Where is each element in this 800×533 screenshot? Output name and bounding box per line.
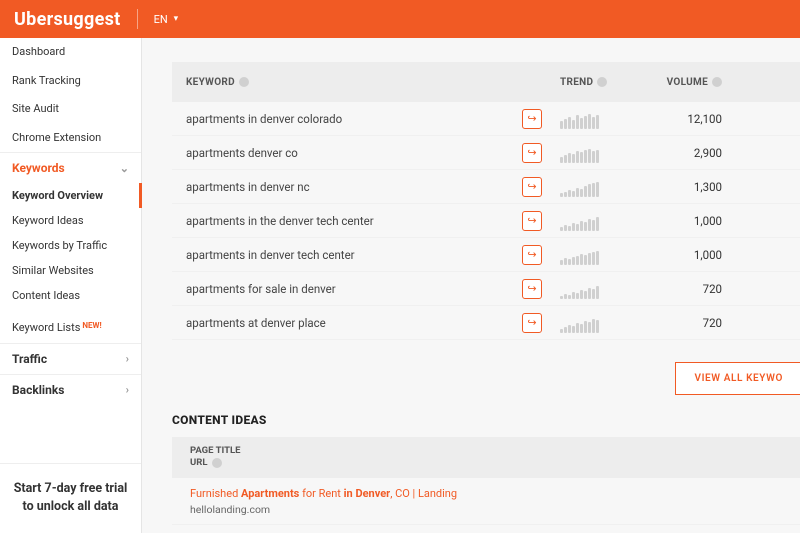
table-row[interactable]: apartments denver co↪ 2,900	[172, 136, 800, 170]
trend-sparkline	[552, 313, 642, 333]
section-label: Keywords	[12, 161, 65, 175]
sidebar-item-keywords-by-traffic[interactable]: Keywords by Traffic	[0, 233, 141, 258]
keyword-cell: apartments at denver place	[172, 316, 522, 330]
sidebar: Dashboard Rank Tracking Site Audit Chrom…	[0, 38, 142, 533]
info-icon[interactable]	[597, 77, 607, 87]
sidebar-item-site-audit[interactable]: Site Audit	[0, 95, 141, 124]
info-icon[interactable]	[712, 77, 722, 87]
sidebar-item-rank-tracking[interactable]: Rank Tracking	[0, 67, 141, 96]
sidebar-item-chrome-extension[interactable]: Chrome Extension	[0, 124, 141, 153]
expand-icon[interactable]: ↪	[522, 279, 542, 299]
info-icon[interactable]	[239, 77, 249, 87]
keyword-cell: apartments in denver tech center	[172, 248, 522, 262]
divider	[137, 9, 138, 29]
content-ideas-title: CONTENT IDEAS	[172, 413, 800, 427]
volume-cell: 12,100	[642, 112, 742, 126]
sidebar-item-similar-websites[interactable]: Similar Websites	[0, 258, 141, 283]
content-ideas-header: PAGE TITLE URL	[172, 437, 800, 478]
trend-sparkline	[552, 279, 642, 299]
keyword-cell: apartments in denver colorado	[172, 112, 522, 126]
chevron-right-icon: ›	[126, 352, 129, 365]
sidebar-item-content-ideas[interactable]: Content Ideas	[0, 283, 141, 308]
table-row[interactable]: apartments at denver place↪ 720	[172, 306, 800, 340]
top-bar: Ubersuggest EN ▾	[0, 0, 800, 38]
table-row[interactable]: apartments in denver nc↪ 1,300	[172, 170, 800, 204]
info-icon[interactable]	[212, 458, 222, 468]
expand-icon[interactable]: ↪	[522, 177, 542, 197]
table-header: KEYWORD TREND VOLUME	[172, 62, 800, 102]
trend-sparkline	[552, 143, 642, 163]
keyword-cell: apartments denver co	[172, 146, 522, 160]
expand-icon[interactable]: ↪	[522, 211, 542, 231]
table-row[interactable]: apartments in denver colorado↪ 12,100	[172, 102, 800, 136]
chevron-down-icon: ▾	[174, 14, 179, 24]
col-volume[interactable]: VOLUME	[642, 77, 742, 88]
section-label: Traffic	[12, 352, 47, 366]
section-label: Backlinks	[12, 383, 64, 397]
sidebar-section-traffic[interactable]: Traffic ›	[0, 343, 141, 374]
sidebar-item-dashboard[interactable]: Dashboard	[0, 38, 141, 67]
language-selector[interactable]: EN ▾	[154, 13, 179, 26]
page-title: Furnished Apartments for Rent in Denver,…	[190, 486, 782, 501]
table-row[interactable]: apartments for sale in denver↪ 720	[172, 272, 800, 306]
keyword-table: KEYWORD TREND VOLUME apartments in denve…	[172, 62, 800, 340]
volume-cell: 1,300	[642, 180, 742, 194]
keyword-cell: apartments for sale in denver	[172, 282, 522, 296]
brand-logo[interactable]: Ubersuggest	[14, 9, 121, 30]
main-content: KEYWORD TREND VOLUME apartments in denve…	[142, 38, 800, 533]
trend-sparkline	[552, 177, 642, 197]
language-label: EN	[154, 13, 168, 26]
content-ideas-section: CONTENT IDEAS PAGE TITLE URL Furnished A…	[172, 395, 800, 533]
expand-icon[interactable]: ↪	[522, 109, 542, 129]
volume-cell: 1,000	[642, 214, 742, 228]
keyword-cell: apartments in the denver tech center	[172, 214, 522, 228]
expand-icon[interactable]: ↪	[522, 143, 542, 163]
table-row[interactable]: apartments in denver tech center↪ 1,000	[172, 238, 800, 272]
trend-sparkline	[552, 245, 642, 265]
sidebar-section-backlinks[interactable]: Backlinks ›	[0, 374, 141, 405]
volume-cell: 720	[642, 282, 742, 296]
sidebar-item-keyword-lists[interactable]: Keyword ListsNEW!	[0, 314, 141, 343]
view-all-keywords-button[interactable]: VIEW ALL KEYWO	[675, 362, 800, 395]
new-badge: NEW!	[82, 321, 101, 330]
content-idea-row[interactable]: Furnished Apartments for Rent in Denver,…	[172, 478, 800, 525]
trend-sparkline	[552, 109, 642, 129]
trend-sparkline	[552, 211, 642, 231]
sidebar-section-keywords[interactable]: Keywords ⌄	[0, 152, 141, 183]
volume-cell: 720	[642, 316, 742, 330]
page-url: hellolanding.com	[190, 503, 782, 516]
col-keyword[interactable]: KEYWORD	[172, 77, 522, 88]
item-label: Keyword Lists	[12, 321, 80, 334]
volume-cell: 2,900	[642, 146, 742, 160]
table-row[interactable]: apartments in the denver tech center↪ 1,0…	[172, 204, 800, 238]
col-trend[interactable]: TREND	[552, 77, 642, 88]
sidebar-item-keyword-ideas[interactable]: Keyword Ideas	[0, 208, 141, 233]
sidebar-item-keyword-overview[interactable]: Keyword Overview	[0, 183, 142, 208]
chevron-right-icon: ›	[126, 383, 129, 396]
volume-cell: 1,000	[642, 248, 742, 262]
keyword-cell: apartments in denver nc	[172, 180, 522, 194]
expand-icon[interactable]: ↪	[522, 313, 542, 333]
trial-cta[interactable]: Start 7-day free trial to unlock all dat…	[0, 463, 141, 533]
content-idea-row[interactable]: Steele Creek Apartments in Denver, CO - …	[172, 525, 800, 533]
expand-icon[interactable]: ↪	[522, 245, 542, 265]
chevron-down-icon: ⌄	[120, 162, 129, 175]
